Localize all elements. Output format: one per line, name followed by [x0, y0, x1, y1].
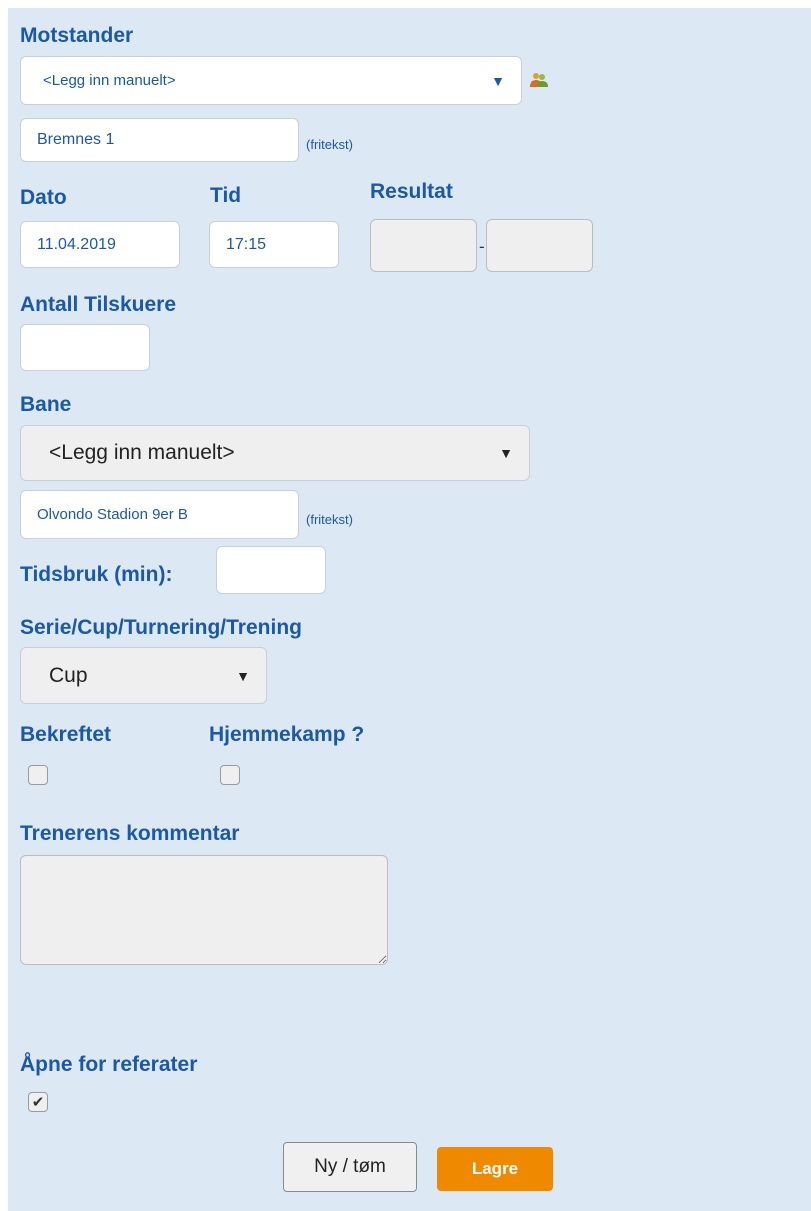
tid-label: Tid — [210, 184, 242, 207]
kommentar-textarea[interactable] — [20, 855, 388, 965]
bane-freetext-hint: (fritekst) — [306, 512, 353, 527]
new-clear-button[interactable]: Ny / tøm — [283, 1142, 417, 1192]
people-icon[interactable] — [529, 72, 549, 88]
motstander-label: Motstander — [20, 24, 134, 47]
match-form-panel: Motstander <Legg inn manuelt> ▼ (friteks… — [8, 8, 811, 1211]
motstander-select[interactable]: <Legg inn manuelt> ▼ — [20, 56, 522, 105]
resultat-home-input[interactable] — [370, 219, 477, 272]
motstander-freetext-input[interactable] — [20, 118, 299, 162]
save-button[interactable]: Lagre — [437, 1147, 553, 1191]
check-icon: ✔ — [31, 1093, 45, 1111]
tid-input[interactable] — [209, 221, 339, 268]
bane-select[interactable]: <Legg inn manuelt> ▼ — [20, 425, 530, 481]
tilskuere-label: Antall Tilskuere — [20, 293, 177, 316]
serie-label: Serie/Cup/Turnering/Trening — [20, 616, 302, 639]
motstander-freetext-hint: (fritekst) — [306, 137, 353, 152]
resultat-away-input[interactable] — [486, 219, 593, 272]
bane-freetext-input[interactable] — [20, 490, 299, 539]
bekreftet-label: Bekreftet — [20, 723, 112, 746]
referater-checkbox[interactable]: ✔ — [28, 1092, 48, 1112]
dato-label: Dato — [20, 186, 67, 209]
tidsbruk-label: Tidsbruk (min): — [20, 563, 173, 586]
chevron-down-icon: ▼ — [491, 72, 505, 89]
tilskuere-input[interactable] — [20, 324, 150, 371]
chevron-down-icon: ▼ — [499, 445, 513, 461]
bane-select-value: <Legg inn manuelt> — [49, 441, 235, 464]
serie-select[interactable]: Cup ▼ — [20, 647, 267, 704]
motstander-select-value: <Legg inn manuelt> — [43, 72, 176, 89]
dato-input[interactable] — [20, 221, 180, 268]
bekreftet-checkbox[interactable] — [28, 765, 48, 785]
kommentar-label: Trenerens kommentar — [20, 822, 240, 845]
resultat-separator: - — [479, 237, 485, 256]
hjemmekamp-label: Hjemmekamp ? — [209, 723, 365, 746]
hjemmekamp-checkbox[interactable] — [220, 765, 240, 785]
chevron-down-icon: ▼ — [236, 667, 250, 684]
tidsbruk-input[interactable] — [216, 546, 326, 594]
serie-select-value: Cup — [49, 663, 88, 687]
resultat-label: Resultat — [370, 180, 453, 203]
bane-label: Bane — [20, 393, 72, 416]
referater-label: Åpne for referater — [20, 1053, 198, 1076]
